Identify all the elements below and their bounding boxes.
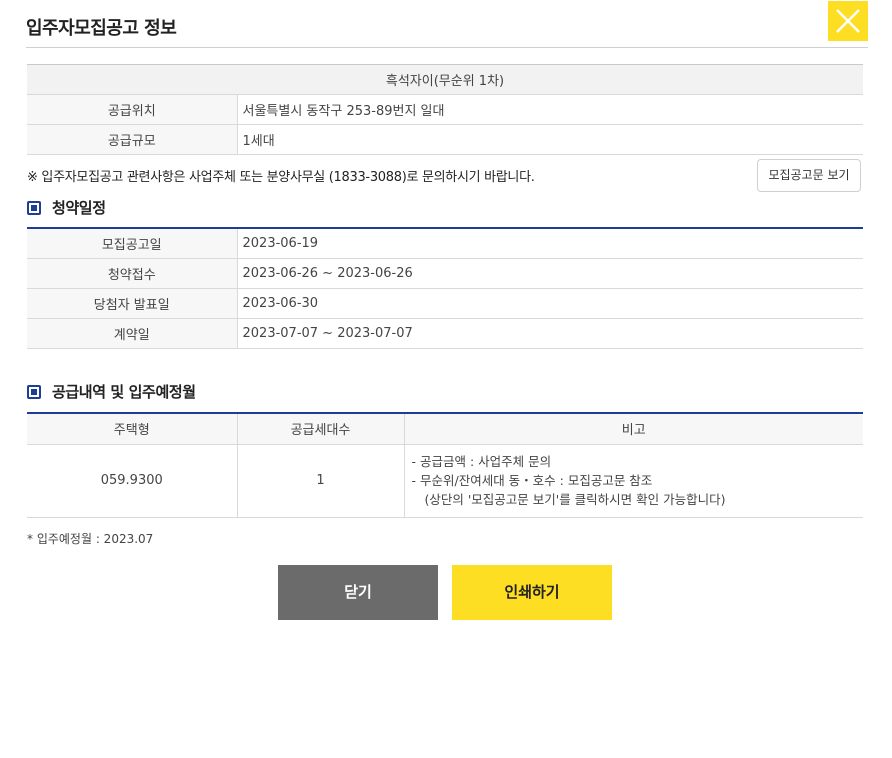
close-button[interactable]: 닫기 bbox=[278, 565, 438, 620]
schedule-value: 2023-07-07 ~ 2023-07-07 bbox=[237, 318, 863, 349]
supply-scale-value: 1세대 bbox=[237, 124, 863, 155]
table-row: 당첨자 발표일 2023-06-30 bbox=[27, 288, 863, 319]
schedule-label: 모집공고일 bbox=[27, 228, 238, 259]
section-bullet-icon bbox=[27, 384, 41, 399]
housing-type-cell: 059.9300 bbox=[27, 444, 238, 518]
column-header-type: 주택형 bbox=[27, 413, 238, 445]
supply-scale-label: 공급규모 bbox=[27, 124, 238, 155]
supply-location-value: 서울특별시 동작구 253-89번지 일대 bbox=[237, 94, 863, 125]
modal-header: 입주자모집공고 정보 bbox=[26, 0, 868, 48]
schedule-label: 계약일 bbox=[27, 318, 238, 349]
schedule-table: 모집공고일 2023-06-19 청약접수 2023-06-26 ~ 2023-… bbox=[27, 227, 863, 349]
close-icon bbox=[836, 9, 860, 33]
move-in-month: * 입주예정월 : 2023.07 bbox=[27, 532, 154, 546]
supply-title-label: 공급내역 및 입주예정월 bbox=[52, 383, 196, 401]
schedule-value: 2023-06-30 bbox=[237, 288, 863, 319]
table-header-row: 주택형 공급세대수 비고 bbox=[27, 413, 863, 445]
supply-table: 주택형 공급세대수 비고 059.9300 1 - 공급금액 : 사업주체 문의… bbox=[27, 412, 863, 518]
table-row: 모집공고일 2023-06-19 bbox=[27, 228, 863, 259]
notice-text: ※ 입주자모집공고 관련사항은 사업주체 또는 분양사무실 (1833-3088… bbox=[27, 170, 535, 185]
note-line: - 무순위/잔여세대 동・호수 : 모집공고문 참조 bbox=[411, 473, 653, 488]
table-row: 공급규모 1세대 bbox=[27, 124, 863, 155]
note-line: (상단의 '모집공고문 보기'를 클릭하시면 확인 가능합니다) bbox=[424, 492, 726, 507]
note-line: - 공급금액 : 사업주체 문의 bbox=[411, 454, 552, 469]
schedule-title-label: 청약일정 bbox=[52, 199, 106, 217]
table-row: 059.9300 1 - 공급금액 : 사업주체 문의 - 무순위/잔여세대 동… bbox=[27, 444, 863, 518]
table-row: 계약일 2023-07-07 ~ 2023-07-07 bbox=[27, 318, 863, 349]
column-header-count: 공급세대수 bbox=[237, 413, 405, 445]
close-icon-button[interactable] bbox=[828, 1, 868, 41]
info-table: 흑석자이(무순위 1차) 공급위치 서울특별시 동작구 253-89번지 일대 … bbox=[27, 64, 863, 155]
schedule-value: 2023-06-26 ~ 2023-06-26 bbox=[237, 258, 863, 289]
project-name: 흑석자이(무순위 1차) bbox=[27, 64, 863, 95]
print-button[interactable]: 인쇄하기 bbox=[452, 565, 612, 620]
section-bullet-icon bbox=[27, 200, 41, 215]
schedule-label: 당첨자 발표일 bbox=[27, 288, 238, 319]
table-row: 공급위치 서울특별시 동작구 253-89번지 일대 bbox=[27, 94, 863, 125]
table-row: 청약접수 2023-06-26 ~ 2023-06-26 bbox=[27, 258, 863, 289]
project-name-row: 흑석자이(무순위 1차) bbox=[27, 64, 863, 95]
modal-title: 입주자모집공고 정보 bbox=[26, 18, 177, 39]
notes-cell: - 공급금액 : 사업주체 문의 - 무순위/잔여세대 동・호수 : 모집공고문… bbox=[404, 444, 863, 518]
schedule-value: 2023-06-19 bbox=[237, 228, 863, 259]
schedule-section-title: 청약일정 bbox=[27, 197, 106, 218]
column-header-notes: 비고 bbox=[404, 413, 863, 445]
schedule-label: 청약접수 bbox=[27, 258, 238, 289]
supply-section-title: 공급내역 및 입주예정월 bbox=[27, 381, 196, 402]
supply-location-label: 공급위치 bbox=[27, 94, 238, 125]
supply-count-cell: 1 bbox=[237, 444, 405, 518]
view-announcement-button[interactable]: 모집공고문 보기 bbox=[757, 159, 861, 192]
